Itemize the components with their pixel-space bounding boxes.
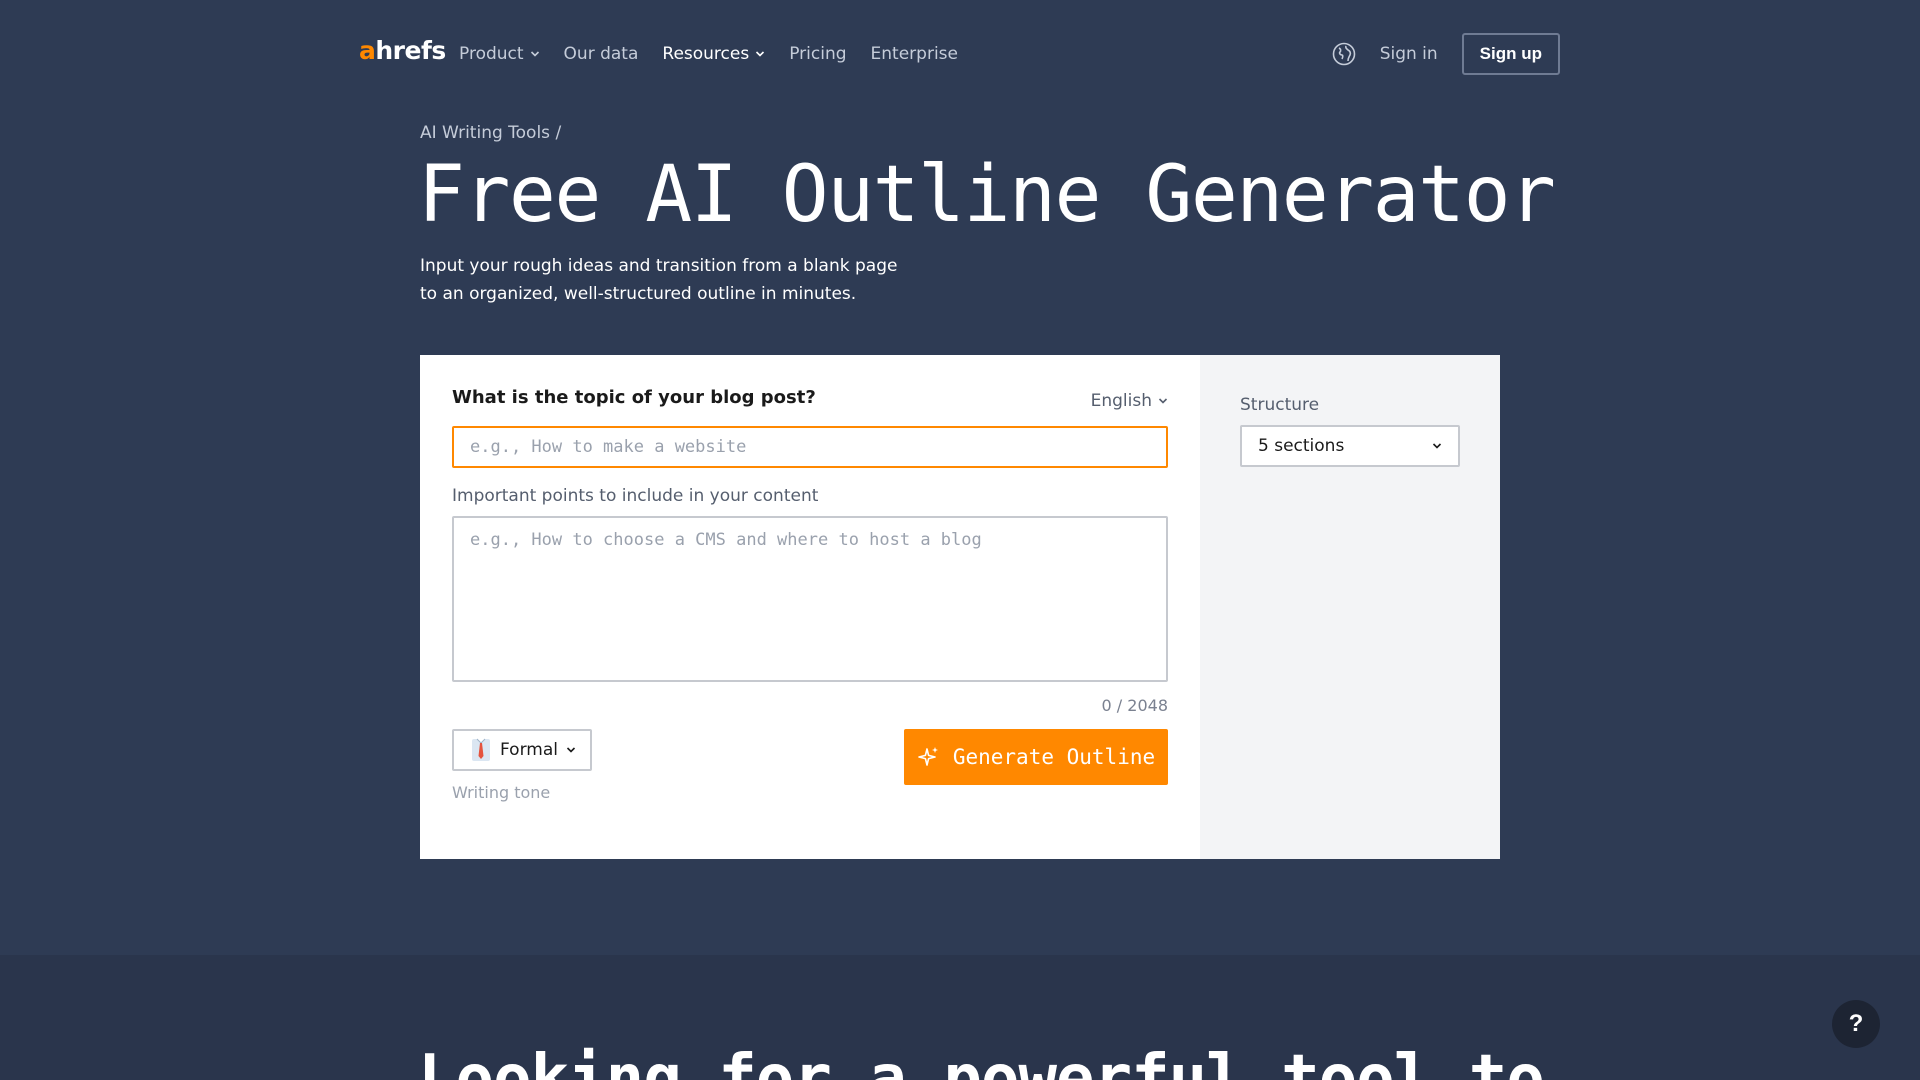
nav-item-resources[interactable]: Resources xyxy=(662,44,765,64)
structure-label: Structure xyxy=(1240,395,1320,415)
language-select[interactable]: English xyxy=(1091,391,1168,411)
nav-right: Sign in Sign up xyxy=(1332,33,1560,75)
topic-input[interactable] xyxy=(452,426,1168,468)
chevron-down-icon xyxy=(1158,398,1168,404)
chevron-down-icon xyxy=(756,51,765,57)
lower-section-heading: Looking for a powerful tool to xyxy=(418,1042,1545,1080)
sparkle-icon xyxy=(918,747,938,766)
globe-icon[interactable] xyxy=(1332,42,1356,66)
generate-outline-button[interactable]: Generate Outline xyxy=(904,729,1168,785)
chevron-down-icon xyxy=(1432,443,1442,449)
sign-up-button[interactable]: Sign up xyxy=(1461,33,1560,75)
card-actions: Formal Writing tone Generate Outline xyxy=(452,729,1168,802)
nav-item-pricing[interactable]: Pricing xyxy=(789,44,846,64)
important-points-label: Important points to include in your cont… xyxy=(452,486,819,506)
tone-group: Formal Writing tone xyxy=(452,729,592,802)
chevron-down-icon xyxy=(530,51,539,57)
necktie-icon xyxy=(472,738,490,761)
top-navigation: ahrefs Product Our data Resources Pricin… xyxy=(0,0,1920,106)
structure-select[interactable]: 5 sections xyxy=(1240,425,1460,467)
page-subtitle: Input your rough ideas and transition fr… xyxy=(420,256,898,304)
nav-links: Product Our data Resources Pricing Enter… xyxy=(459,42,958,66)
writing-tone-hint: Writing tone xyxy=(452,783,551,802)
breadcrumb[interactable]: AI Writing Tools / xyxy=(420,123,561,143)
card-main: What is the topic of your blog post? Eng… xyxy=(420,355,1200,859)
writing-tone-select[interactable]: Formal xyxy=(452,729,592,771)
sign-in-link[interactable]: Sign in xyxy=(1380,44,1438,64)
help-button[interactable]: ? xyxy=(1832,1000,1880,1048)
structure-panel: Structure 5 sections xyxy=(1200,355,1500,859)
page-title: Free AI Outline Generator xyxy=(418,150,1556,240)
chevron-down-icon xyxy=(566,747,576,753)
nav-item-enterprise[interactable]: Enterprise xyxy=(871,44,958,64)
important-points-textarea[interactable] xyxy=(452,516,1168,682)
nav-item-product[interactable]: Product xyxy=(459,44,540,64)
outline-generator-card: What is the topic of your blog post? Eng… xyxy=(420,355,1500,859)
character-counter: 0 / 2048 xyxy=(1101,696,1168,715)
ahrefs-logo[interactable]: ahrefs xyxy=(359,36,446,65)
topic-label: What is the topic of your blog post? xyxy=(452,387,816,408)
nav-item-our-data[interactable]: Our data xyxy=(564,44,639,64)
